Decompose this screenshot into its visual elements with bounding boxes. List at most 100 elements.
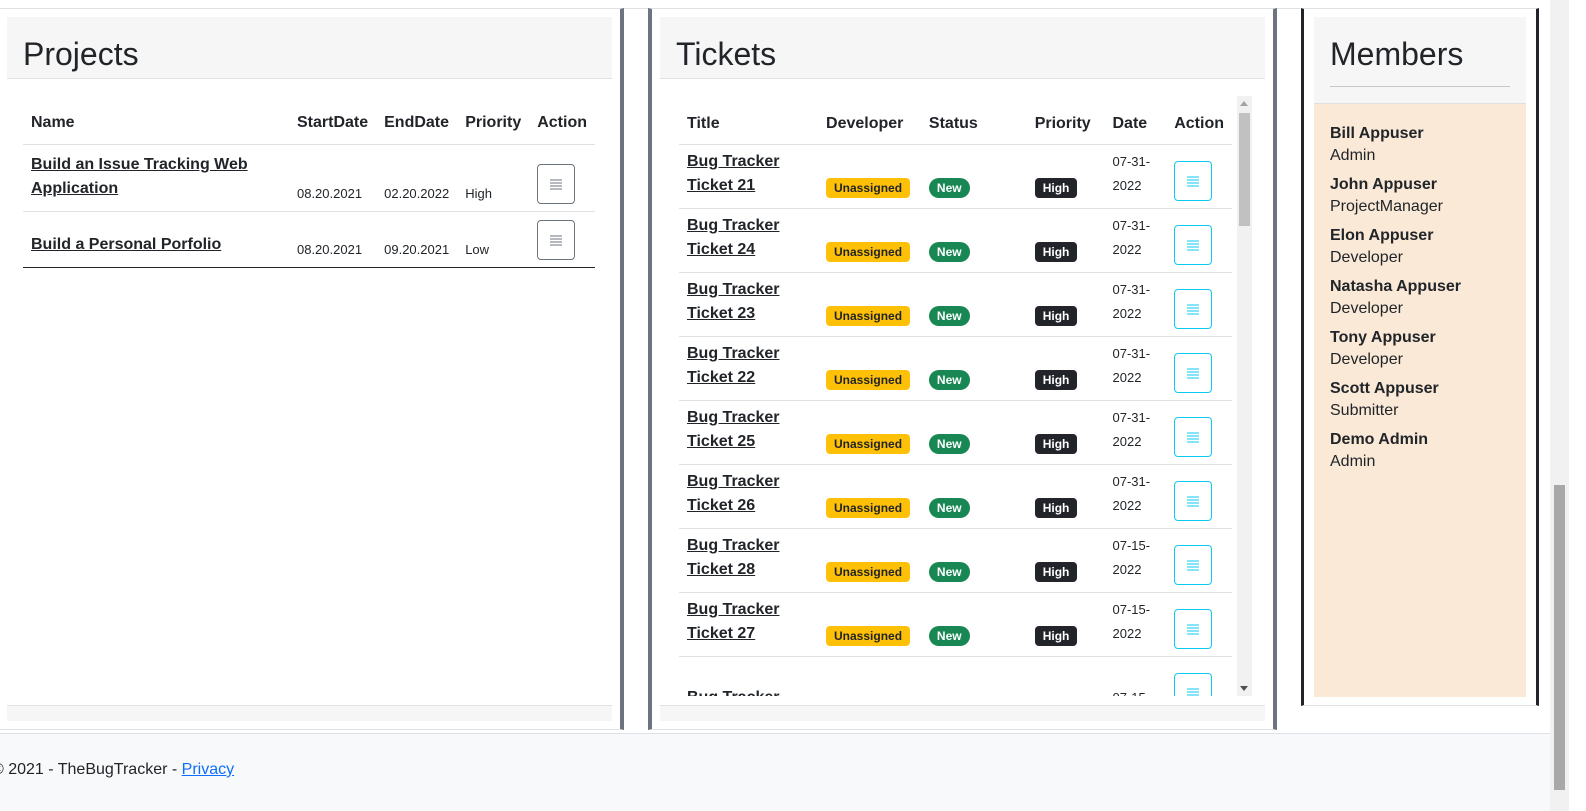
projects-title: Projects — [23, 36, 139, 72]
ticket-link[interactable]: Bug Tracker Ticket 25 — [687, 406, 810, 454]
members-title: Members — [1330, 36, 1464, 72]
developer-badge: Unassigned — [826, 433, 911, 454]
project-priority: Low — [457, 211, 530, 268]
ticket-developer-cell: Unassigned — [818, 464, 921, 529]
list-icon — [550, 179, 563, 189]
priority-badge: High — [1034, 433, 1078, 454]
ticket-details-button[interactable] — [1174, 608, 1213, 649]
ticket-status-cell: New — [920, 208, 1027, 273]
ticket-developer-cell — [818, 656, 921, 696]
ticket-date-line2: 2022 — [1112, 561, 1142, 577]
tickets-title: Tickets — [676, 36, 777, 72]
column-header-name: Name — [23, 103, 289, 145]
ticket-link[interactable]: Bug Tracker Ticket 21 — [687, 150, 810, 198]
developer-badge: Unassigned — [826, 369, 911, 390]
ticket-link[interactable]: Bug Tracker — [687, 686, 810, 697]
ticket-title-cell: Bug Tracker Ticket 21 — [679, 144, 819, 209]
ticket-link[interactable]: Bug Tracker Ticket 28 — [687, 534, 810, 582]
ticket-date-cell: 07-15- 2022 — [1104, 592, 1167, 657]
ticket-developer-cell: Unassigned — [818, 336, 921, 401]
ticket-action-cell — [1166, 656, 1232, 696]
scroll-down-arrow-icon[interactable] — [1240, 686, 1248, 691]
column-header-priority: Priority — [1026, 96, 1105, 145]
ticket-details-button[interactable] — [1174, 224, 1213, 265]
tickets-table: Title Developer Status Priority Date Act… — [679, 96, 1232, 696]
ticket-title-line1: Bug Tracker — [687, 152, 780, 170]
column-header-priority: Priority — [457, 103, 530, 145]
ticket-title-cell: Bug Tracker Ticket 25 — [679, 400, 819, 465]
page-scrollbar[interactable] — [1550, 0, 1569, 811]
ticket-link[interactable]: Bug Tracker Ticket 26 — [687, 470, 810, 518]
ticket-priority-cell: High — [1026, 400, 1105, 465]
ticket-title-line1: Bug Tracker — [687, 344, 780, 362]
ticket-status-cell: New — [920, 272, 1027, 337]
ticket-title-line2: Ticket 22 — [687, 368, 756, 386]
developer-badge: Unassigned — [826, 241, 911, 262]
ticket-date-line2: 2022 — [1112, 433, 1142, 449]
ticket-developer-cell: Unassigned — [818, 272, 921, 337]
ticket-details-button[interactable] — [1174, 352, 1213, 393]
ticket-date-line1: 07-15- — [1113, 690, 1151, 697]
ticket-date-line1: 07-15- — [1112, 601, 1151, 617]
ticket-priority-cell: High — [1026, 272, 1105, 337]
ticket-status-cell: New — [920, 144, 1027, 209]
ticket-details-button[interactable] — [1174, 672, 1213, 696]
ticket-details-button[interactable] — [1174, 480, 1213, 521]
projects-card-header: Projects — [7, 17, 612, 79]
project-name-cell: Build a Personal Porfolio — [23, 211, 289, 268]
ticket-date-cell: 07-31- 2022 — [1104, 400, 1167, 465]
list-icon — [1187, 688, 1200, 695]
list-icon — [550, 235, 563, 245]
ticket-status-cell: New — [920, 592, 1027, 657]
column-header-developer: Developer — [818, 96, 921, 145]
status-badge: New — [928, 369, 970, 390]
ticket-date-line2: 2022 — [1112, 369, 1142, 385]
ticket-developer-cell: Unassigned — [818, 400, 921, 465]
table-row: Bug Tracker Ticket 24 Unassigned New High 07-… — [679, 208, 1232, 273]
status-badge: New — [928, 241, 970, 262]
ticket-details-button[interactable] — [1174, 288, 1213, 329]
list-item: John Appuser ProjectManager — [1330, 174, 1510, 218]
ticket-priority-cell: High — [1026, 464, 1105, 529]
ticket-link[interactable]: Bug Tracker Ticket 27 — [687, 598, 810, 646]
tickets-scrollbar[interactable] — [1237, 96, 1252, 696]
ticket-date-cell: 07-31- 2022 — [1104, 144, 1167, 209]
ticket-action-cell — [1166, 592, 1232, 657]
ticket-details-button[interactable] — [1174, 416, 1213, 457]
ticket-date-cell: 07-31- 2022 — [1104, 272, 1167, 337]
priority-badge: High — [1034, 305, 1078, 326]
member-name: Natasha Appuser — [1330, 278, 1461, 295]
project-details-button[interactable] — [537, 219, 576, 260]
list-item: Tony Appuser Developer — [1330, 327, 1510, 371]
projects-card-footer — [7, 705, 612, 721]
project-link[interactable]: Build a Personal Porfolio — [31, 233, 281, 257]
ticket-link[interactable]: Bug Tracker Ticket 24 — [687, 214, 810, 262]
project-link[interactable]: Build an Issue Tracking Web Application — [31, 153, 281, 201]
ticket-title-cell: Bug Tracker — [679, 656, 819, 697]
page-scroll-thumb[interactable] — [1554, 485, 1565, 790]
ticket-developer-cell: Unassigned — [818, 208, 921, 273]
ticket-date-line1: 07-31- — [1112, 473, 1151, 489]
ticket-date-cell: 07-15- — [1104, 656, 1167, 697]
column-header-enddate: EndDate — [376, 103, 458, 145]
ticket-link[interactable]: Bug Tracker Ticket 22 — [687, 342, 810, 390]
table-row: Bug Tracker Ticket 26 Unassigned New High 07-… — [679, 464, 1232, 529]
project-action-cell — [529, 211, 595, 268]
scroll-up-arrow-icon[interactable] — [1240, 101, 1248, 106]
ticket-priority-cell: High — [1026, 144, 1105, 209]
ticket-priority-cell — [1026, 656, 1105, 696]
privacy-link[interactable]: Privacy — [182, 761, 234, 778]
ticket-date-line2: 2022 — [1112, 497, 1142, 513]
tickets-scroll-area[interactable]: Title Developer Status Priority Date Act… — [679, 96, 1252, 696]
member-name: Bill Appuser — [1330, 125, 1424, 142]
ticket-status-cell — [920, 656, 1027, 696]
ticket-status-cell: New — [920, 464, 1027, 529]
ticket-details-button[interactable] — [1174, 160, 1213, 201]
ticket-link[interactable]: Bug Tracker Ticket 23 — [687, 278, 810, 326]
ticket-title-line2: Ticket 27 — [687, 624, 756, 642]
ticket-title-cell: Bug Tracker Ticket 26 — [679, 464, 819, 529]
scroll-thumb[interactable] — [1239, 113, 1250, 226]
ticket-details-button[interactable] — [1174, 544, 1213, 585]
project-details-button[interactable] — [537, 163, 576, 204]
footer-copyright: © 2021 - TheBugTracker - — [0, 761, 182, 778]
